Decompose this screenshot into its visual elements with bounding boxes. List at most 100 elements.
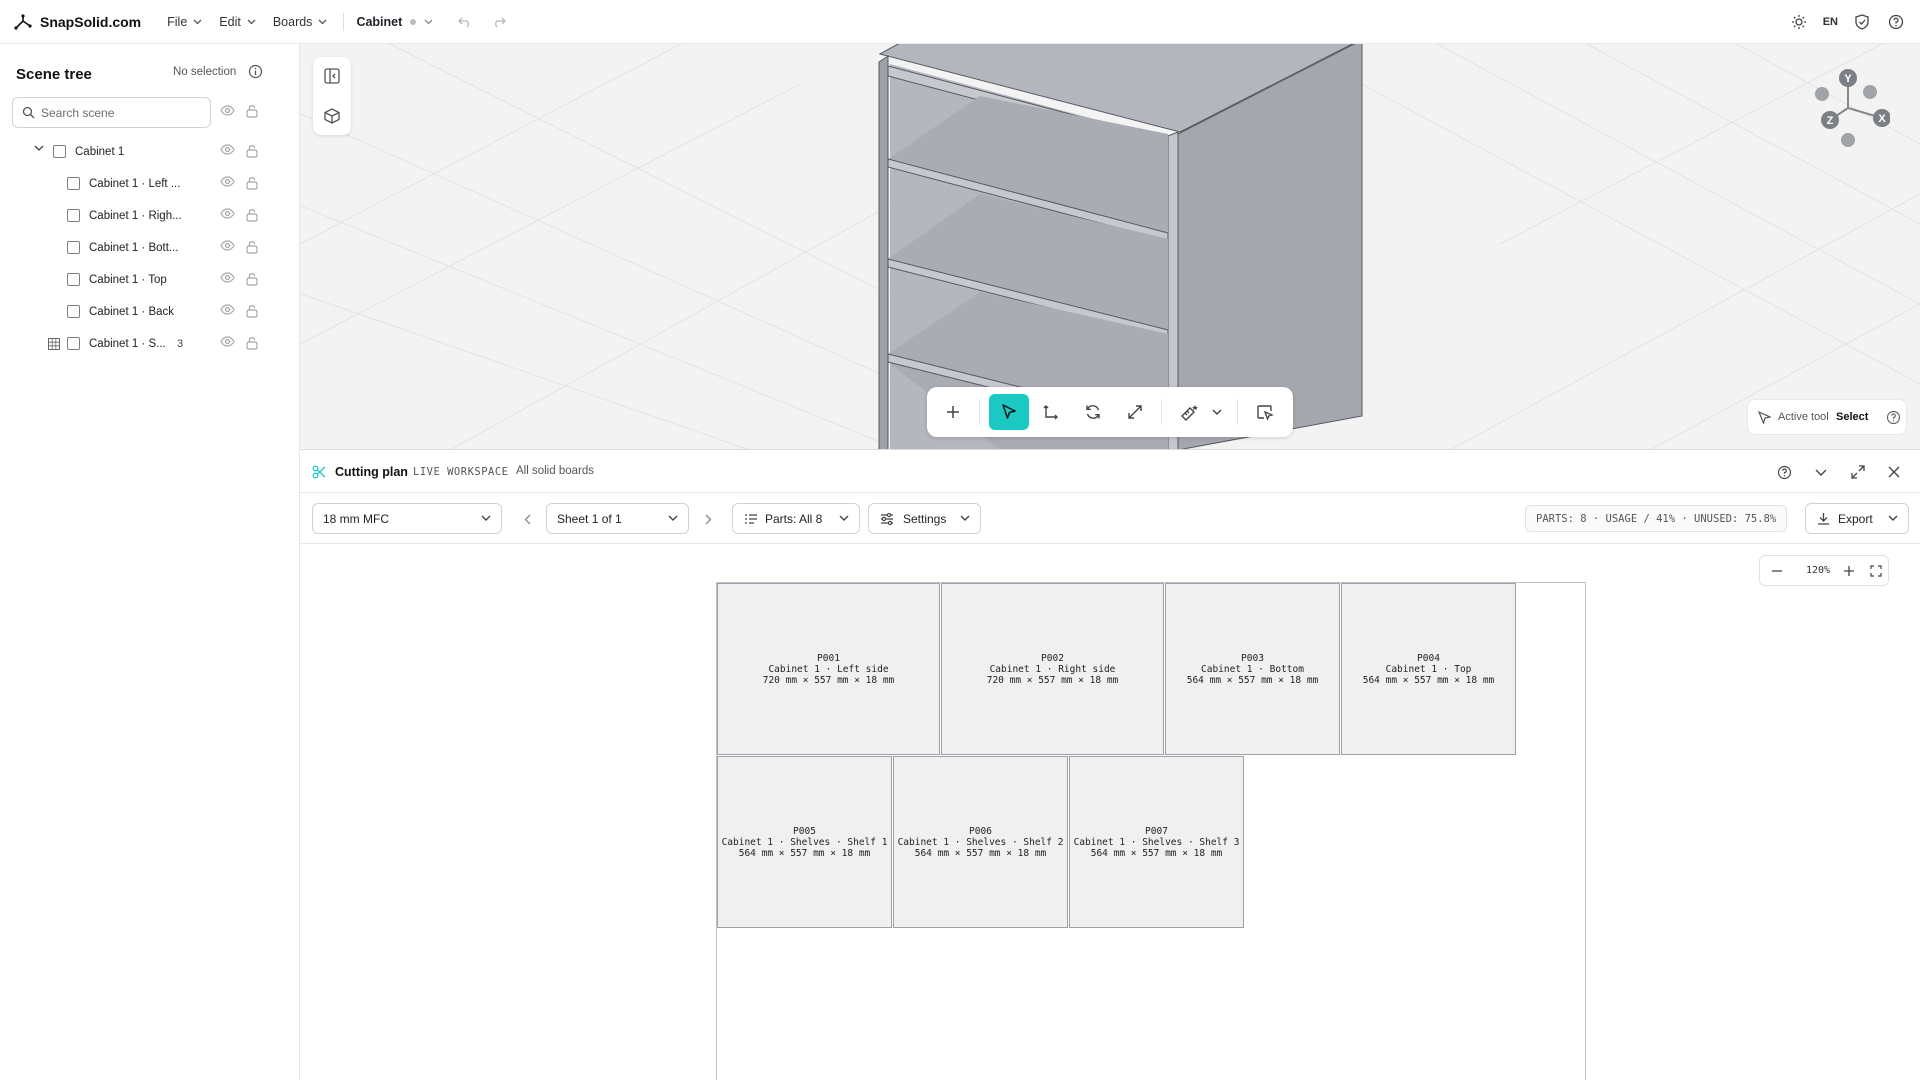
logo-icon [14,13,32,30]
scene-tree-title: Scene tree [16,66,92,83]
part-p003[interactable]: P003 Cabinet 1 · Bottom 564 mm × 557 mm … [1165,583,1340,755]
tree-checkbox[interactable] [67,337,80,350]
cutting-plan-canvas[interactable]: P001 Cabinet 1 · Left side 720 mm × 557 … [300,545,1920,1080]
lock-icon[interactable] [246,104,258,121]
tree-checkbox[interactable] [53,145,66,158]
measure-tool-button[interactable] [1169,394,1209,430]
tree-item-shelves[interactable]: Cabinet 1 · S... 3 [0,331,300,357]
eye-icon[interactable] [220,176,235,187]
tree-item-back[interactable]: Cabinet 1 · Back [0,299,300,325]
lock-icon[interactable] [246,176,258,190]
redo-icon[interactable] [489,12,509,32]
lock-icon[interactable] [246,144,258,158]
scale-icon [1128,405,1142,419]
expand-icon[interactable] [1851,465,1865,479]
chevron-down-icon [193,19,202,24]
group-grid-icon [48,338,60,350]
eye-icon[interactable] [220,208,235,219]
help-icon[interactable] [1777,465,1792,480]
transform-toolbar [927,387,1293,437]
next-sheet-icon[interactable] [705,514,712,525]
part-p006[interactable]: P006 Cabinet 1 · Shelves · Shelf 2 564 m… [893,756,1068,928]
tree-checkbox[interactable] [67,241,80,254]
part-p004[interactable]: P004 Cabinet 1 · Top 564 mm × 557 mm × 1… [1341,583,1516,755]
measure-options-button[interactable] [1207,394,1227,430]
tree-checkbox[interactable] [67,177,80,190]
undo-icon[interactable] [455,12,475,32]
language-switch[interactable]: EN [1823,16,1838,28]
help-icon[interactable] [1886,12,1906,32]
shield-icon[interactable] [1852,12,1872,32]
eye-icon[interactable] [220,104,235,119]
menu-file[interactable]: File [167,15,202,29]
axis-gizmo[interactable]: Y X Z [1800,64,1890,154]
document-menu[interactable]: Cabinet [356,15,433,29]
board-sheet[interactable]: P001 Cabinet 1 · Left side 720 mm × 557 … [716,582,1586,1080]
collapse-chevron-icon[interactable] [1815,469,1827,477]
3d-viewport[interactable]: Y X Z Active tool Select [300,44,1920,450]
rotate-tool-button[interactable] [1073,394,1113,430]
tree-checkbox[interactable] [67,209,80,222]
lock-icon[interactable] [246,336,258,350]
menu-boards[interactable]: Boards [273,15,328,29]
close-icon[interactable] [1888,466,1900,478]
part-dims: 720 mm × 557 mm × 18 mm [986,674,1119,686]
workspace-tag: LIVE WORKSPACE [413,466,509,478]
chevron-down-icon [1888,515,1898,521]
part-p002[interactable]: P002 Cabinet 1 · Right side 720 mm × 557… [941,583,1164,755]
select-tool-button[interactable] [989,394,1029,430]
move-tool-button[interactable] [1031,394,1071,430]
part-p007[interactable]: P007 Cabinet 1 · Shelves · Shelf 3 564 m… [1069,756,1244,928]
search-placeholder: Search scene [41,105,115,120]
chevron-down-icon[interactable] [34,145,44,152]
menu-edit[interactable]: Edit [219,15,256,29]
lock-icon[interactable] [246,272,258,286]
brand-name: SnapSolid.com [40,13,142,30]
part-dims: 564 mm × 557 mm × 18 mm [914,847,1047,859]
sheet-value: Sheet 1 of 1 [557,511,622,526]
part-id: P006 [969,825,992,837]
brand-logo[interactable]: SnapSolid.com [14,14,141,30]
help-icon[interactable] [1886,410,1901,425]
material-select[interactable]: 18 mm MFC [312,503,502,534]
cube-view-icon[interactable] [323,107,341,125]
scale-tool-button[interactable] [1115,394,1155,430]
search-input[interactable]: Search scene [12,97,211,128]
eye-icon[interactable] [220,240,235,251]
tree-item-left-side[interactable]: Cabinet 1 · Left ... [0,171,300,197]
tree-item-label: Cabinet 1 · S... [89,338,166,350]
add-button[interactable] [933,394,973,430]
zoom-out-icon[interactable] [1772,570,1782,572]
theme-sun-icon[interactable] [1789,12,1809,32]
sheet-select[interactable]: Sheet 1 of 1 [546,503,689,534]
lock-icon[interactable] [246,240,258,254]
active-tool-label: Active tool [1778,411,1829,423]
tree-checkbox[interactable] [67,273,80,286]
prev-sheet-icon[interactable] [524,514,531,525]
zoom-in-icon[interactable] [1844,566,1854,576]
tree-item-top[interactable]: Cabinet 1 · Top [0,267,300,293]
tree-item-bottom[interactable]: Cabinet 1 · Bott... [0,235,300,261]
cutting-plan-controls: 18 mm MFC Sheet 1 of 1 Parts: All 8 Sett… [300,494,1920,544]
panel-toggle-icon[interactable] [323,67,341,85]
lock-icon[interactable] [246,208,258,222]
info-icon[interactable] [248,64,263,82]
settings-dropdown[interactable]: Settings [868,503,981,534]
eye-icon[interactable] [220,144,235,155]
part-p005[interactable]: P005 Cabinet 1 · Shelves · Shelf 1 564 m… [717,756,892,928]
fit-screen-icon[interactable] [1870,565,1882,577]
export-button[interactable]: Export [1805,503,1909,534]
part-id: P001 [817,652,840,664]
eye-icon[interactable] [220,272,235,283]
part-p001[interactable]: P001 Cabinet 1 · Left side 720 mm × 557 … [717,583,940,755]
tree-checkbox[interactable] [67,305,80,318]
chevron-down-icon [960,515,970,521]
eye-icon[interactable] [220,336,235,347]
tree-item-right-side[interactable]: Cabinet 1 · Righ... [0,203,300,229]
box-select-button[interactable] [1245,394,1285,430]
tree-item-cabinet[interactable]: Cabinet 1 [0,139,300,165]
eye-icon[interactable] [220,304,235,315]
lock-icon[interactable] [246,304,258,318]
part-name: Cabinet 1 · Shelves · Shelf 1 [721,836,888,848]
parts-filter[interactable]: Parts: All 8 [732,503,860,534]
